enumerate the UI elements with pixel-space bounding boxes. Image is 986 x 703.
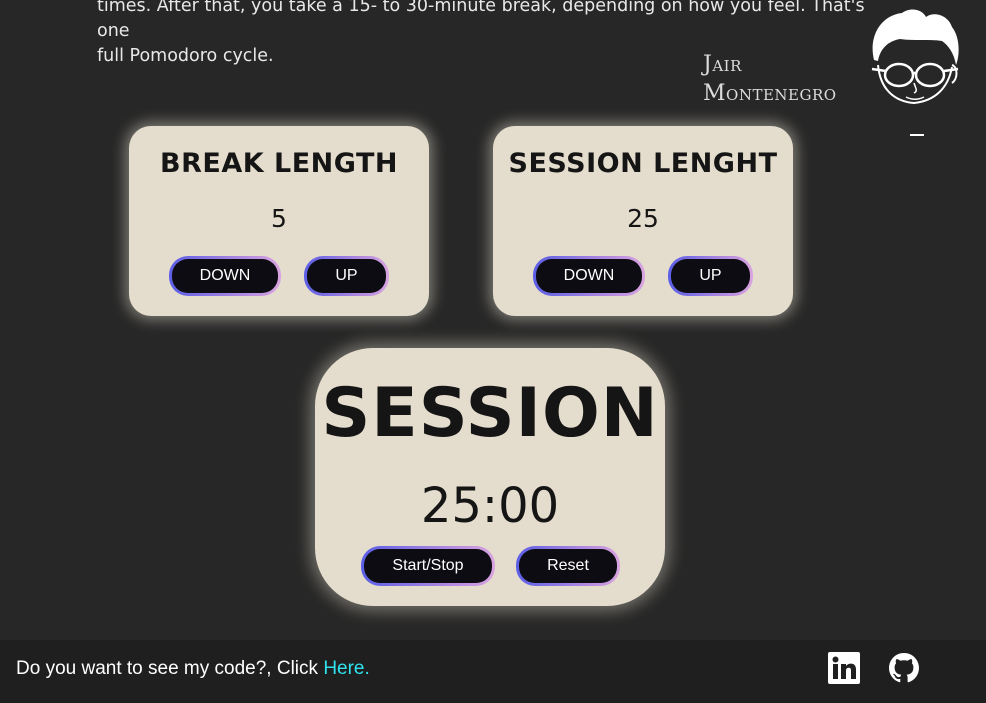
session-down-button[interactable]: DOWN [533,256,645,296]
footer-prompt: Do you want to see my code?, Click [16,658,324,679]
break-down-button[interactable]: DOWN [169,256,281,296]
footer-text: Do you want to see my code?, Click Here. [16,658,370,680]
session-length-card: SESSION LENGHT 25 DOWN UP [493,126,793,316]
reset-button[interactable]: Reset [516,546,620,586]
break-up-button[interactable]: UP [304,256,389,296]
session-length-value: 25 [627,204,659,233]
timer-display: 25:00 [420,478,560,534]
brand-first-name: Jair [703,52,742,77]
break-length-value: 5 [271,204,287,233]
linkedin-icon[interactable] [828,652,860,684]
timer-card: SESSION 25:00 Start/Stop Reset [315,348,665,606]
start-stop-button[interactable]: Start/Stop [361,546,495,586]
pomodoro-page: times. After that, you take a 15- to 30-… [0,0,986,703]
intro-line-2: full Pomodoro cycle. [97,46,274,66]
timer-label: SESSION [321,374,659,453]
footer: Do you want to see my code?, Click Here. [0,640,986,703]
brand-name: Jair Montenegro [703,50,837,108]
session-length-title: SESSION LENGHT [508,148,778,179]
brand-last-name: Montenegro [703,81,837,106]
intro-line-1: times. After that, you take a 15- to 30-… [97,0,865,41]
session-up-button[interactable]: UP [668,256,753,296]
github-icon[interactable] [888,652,920,684]
break-length-title: BREAK LENGTH [160,148,398,179]
break-length-card: BREAK LENGTH 5 DOWN UP [129,126,429,316]
code-link[interactable]: Here. [323,658,369,679]
avatar-illustration [871,9,959,136]
